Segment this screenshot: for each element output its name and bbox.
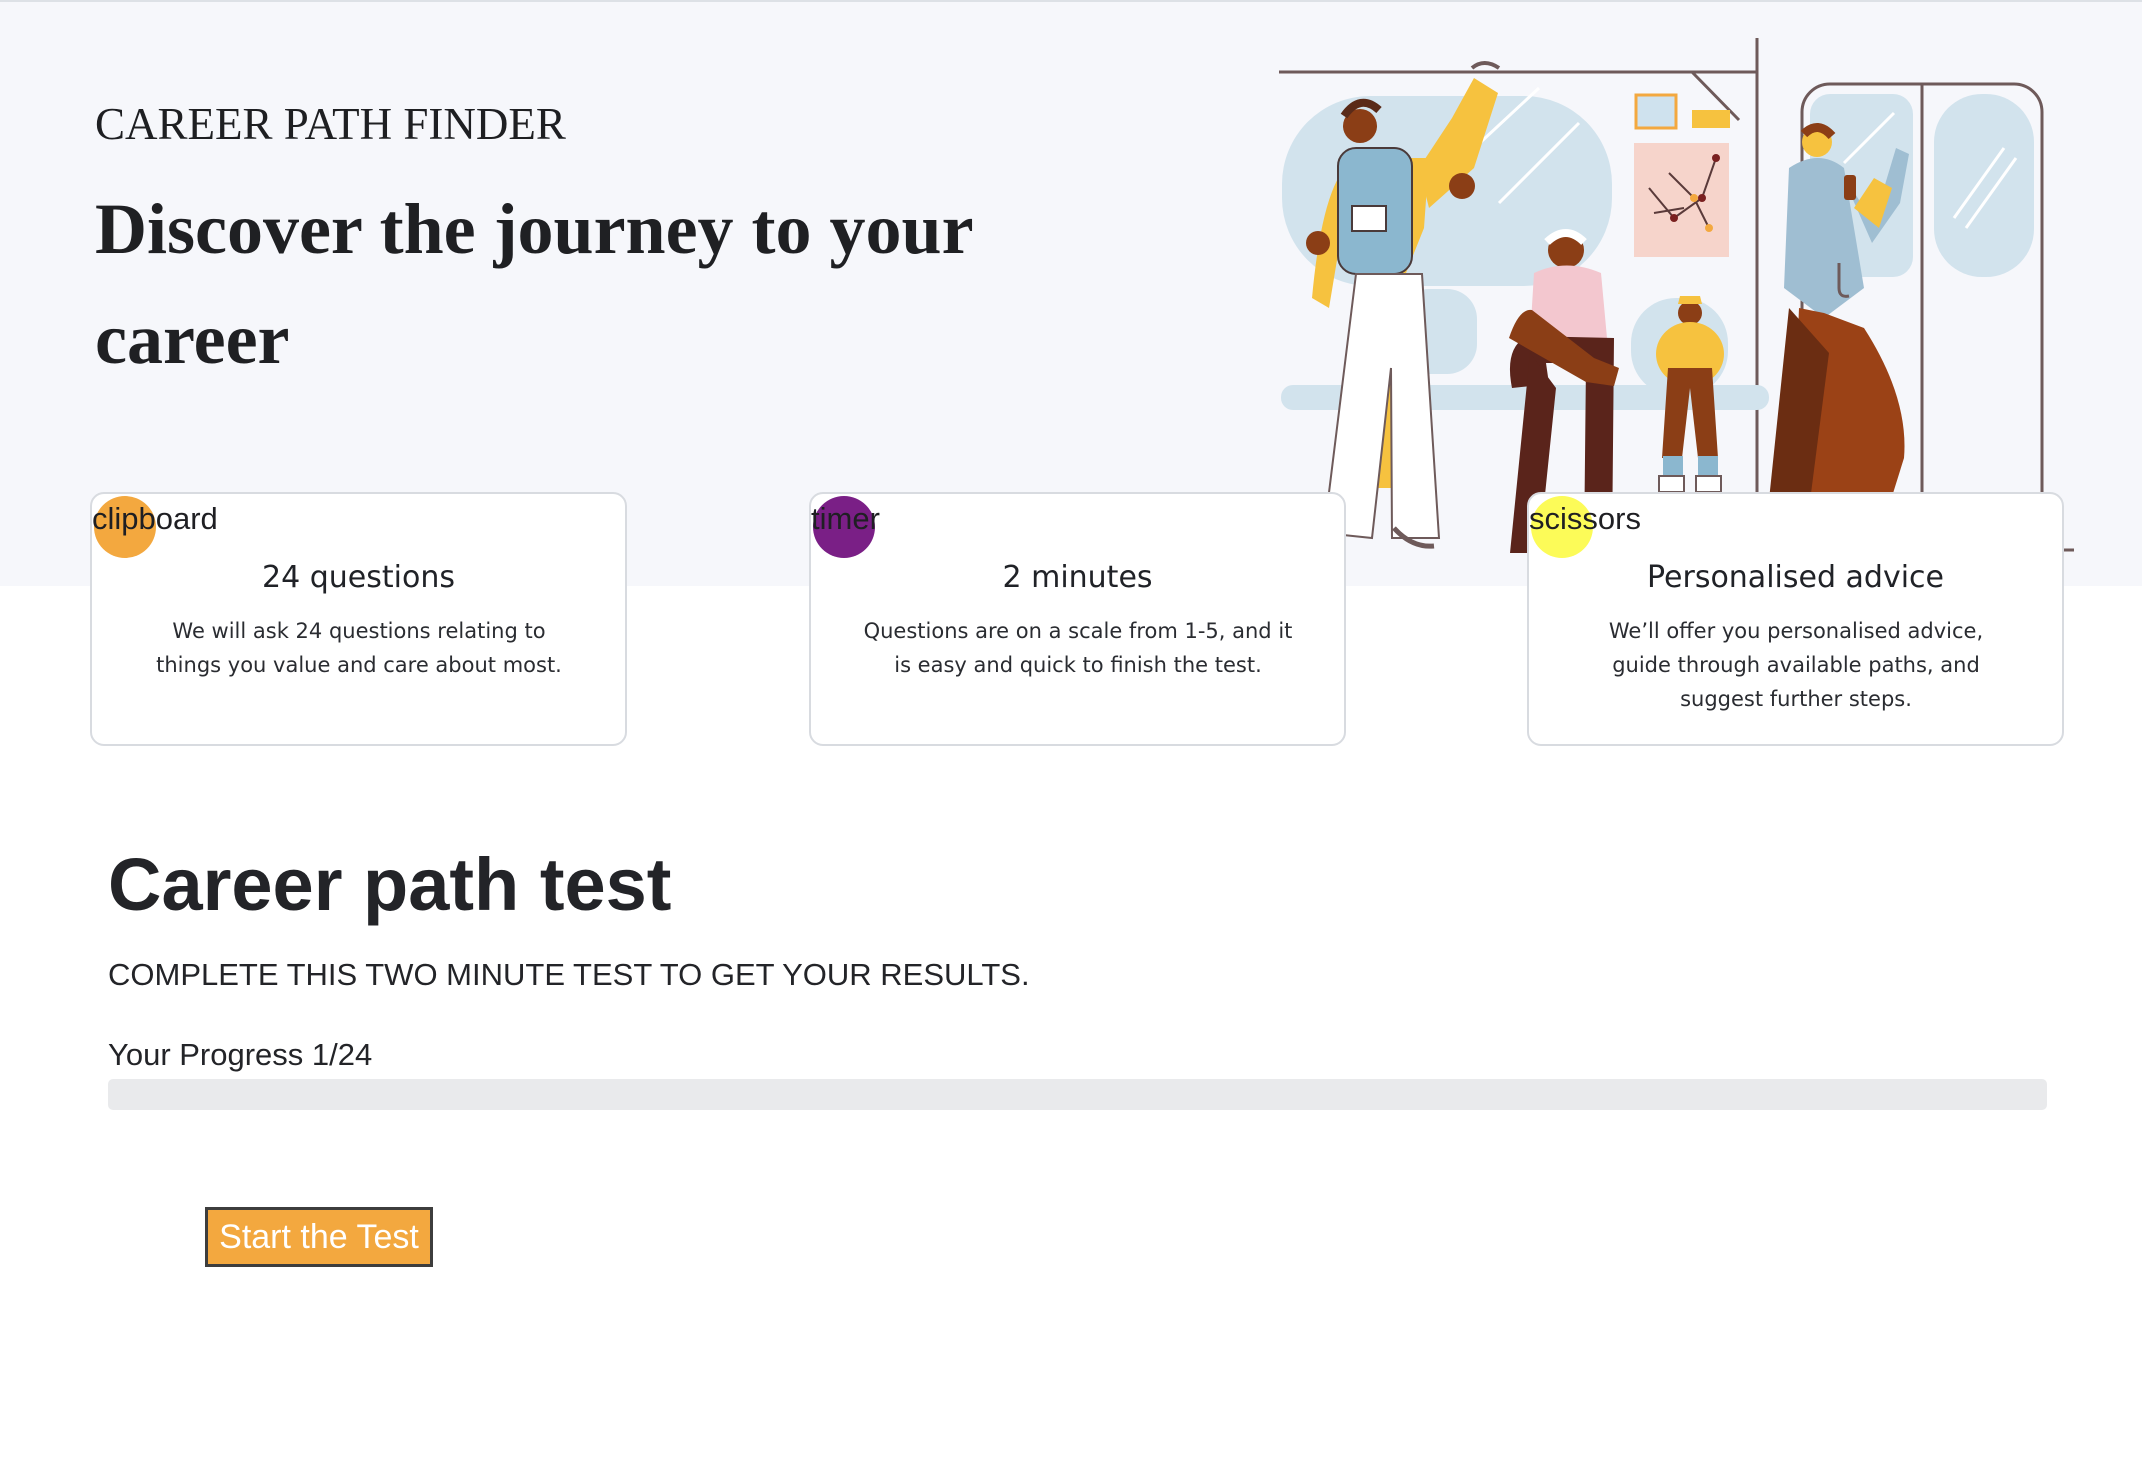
timer-icon-label: timer <box>811 501 880 536</box>
card-title-questions: 24 questions <box>262 560 455 595</box>
test-subtitle: COMPLETE THIS TWO MINUTE TEST TO GET YOU… <box>108 957 1030 992</box>
card-description-duration: Questions are on a scale from 1-5, and i… <box>863 619 1293 677</box>
start-test-button[interactable]: Start the Test <box>205 1207 433 1267</box>
progress-label: Your Progress 1/24 <box>108 1037 373 1072</box>
career-path-page: CAREER PATH FINDER Discover the journey … <box>0 0 2142 1458</box>
card-title-advice: Personalised advice <box>1647 560 1944 595</box>
info-card-duration: timer 2 minutes Questions are on a scale… <box>809 492 1346 746</box>
test-title: Career path test <box>108 843 672 926</box>
progress-bar <box>108 1079 2047 1110</box>
info-card-questions: clipboard 24 questions We will ask 24 qu… <box>90 492 627 746</box>
standing-passenger-illustration <box>1764 123 1909 548</box>
scissors-icon-label: scissors <box>1529 501 1641 536</box>
card-title-duration: 2 minutes <box>1002 560 1153 595</box>
hero-title: Discover the journey to your career <box>95 189 973 379</box>
info-card-advice: scissors Personalised advice We’ll offer… <box>1527 492 2064 746</box>
card-description-advice: We’ll offer you personalised advice, gui… <box>1608 619 1984 711</box>
card-description-questions: We will ask 24 questions relating to thi… <box>156 619 562 677</box>
brand-title: CAREER PATH FINDER <box>95 99 566 149</box>
clipboard-icon-label: clipboard <box>92 501 218 536</box>
commuters-illustration <box>1279 38 2074 556</box>
